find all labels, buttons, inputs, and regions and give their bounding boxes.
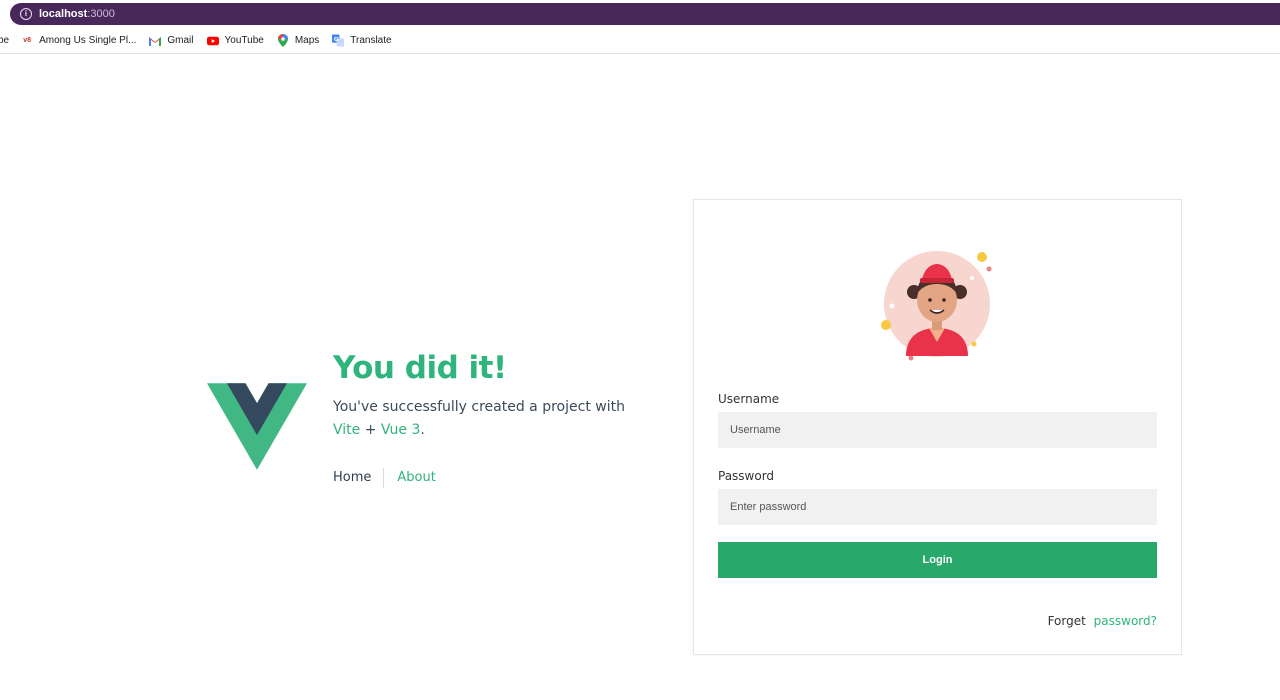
info-icon[interactable]: i [20, 8, 32, 20]
bookmark-truncated[interactable]: be [0, 35, 9, 46]
bookmark-among-us[interactable]: v8 Among Us Single Pl... [21, 35, 136, 47]
bookmark-youtube[interactable]: YouTube [206, 35, 264, 47]
gmail-icon [149, 35, 162, 47]
translate-icon: G [332, 34, 345, 47]
forget-text: Forget [1047, 614, 1086, 628]
svg-text:G: G [334, 37, 339, 43]
password-input[interactable]: Enter password [718, 489, 1157, 525]
bookmark-translate[interactable]: G Translate [332, 34, 392, 47]
vue-link[interactable]: Vue 3 [381, 422, 420, 438]
url-text[interactable]: localhost:3000 [39, 8, 115, 20]
youtube-icon [206, 35, 219, 47]
password-label: Password [718, 469, 775, 483]
forgot-password: Forget password? [1048, 614, 1157, 628]
user-avatar [881, 251, 992, 361]
username-label: Username [718, 392, 780, 406]
login-button[interactable]: Login [718, 542, 1157, 578]
username-input[interactable]: Username [718, 412, 1157, 448]
hero-section: You did it! You've successfully created … [333, 350, 653, 488]
hero-description: You've successfully created a project wi… [333, 399, 625, 438]
vue-logo [207, 383, 307, 470]
hero-title: You did it! [333, 350, 507, 386]
address-bar[interactable]: i localhost:3000 [10, 3, 1280, 25]
vite-link[interactable]: Vite [333, 422, 360, 438]
bookmarks-bar: be v8 Among Us Single Pl... Gmail YouTub… [0, 28, 1280, 54]
hero-nav: Home About [333, 468, 653, 488]
bookmark-gmail[interactable]: Gmail [149, 35, 194, 47]
nav-home-link[interactable]: Home [333, 468, 385, 488]
address-bar-area: i localhost:3000 [0, 0, 1280, 28]
among-us-icon: v8 [23, 37, 32, 44]
nav-about-link[interactable]: About [384, 468, 435, 488]
maps-icon [277, 34, 289, 47]
login-card: Username Username Password Enter passwor… [693, 199, 1182, 655]
forgot-password-link[interactable]: password? [1094, 614, 1157, 628]
bookmark-maps[interactable]: Maps [277, 34, 319, 47]
